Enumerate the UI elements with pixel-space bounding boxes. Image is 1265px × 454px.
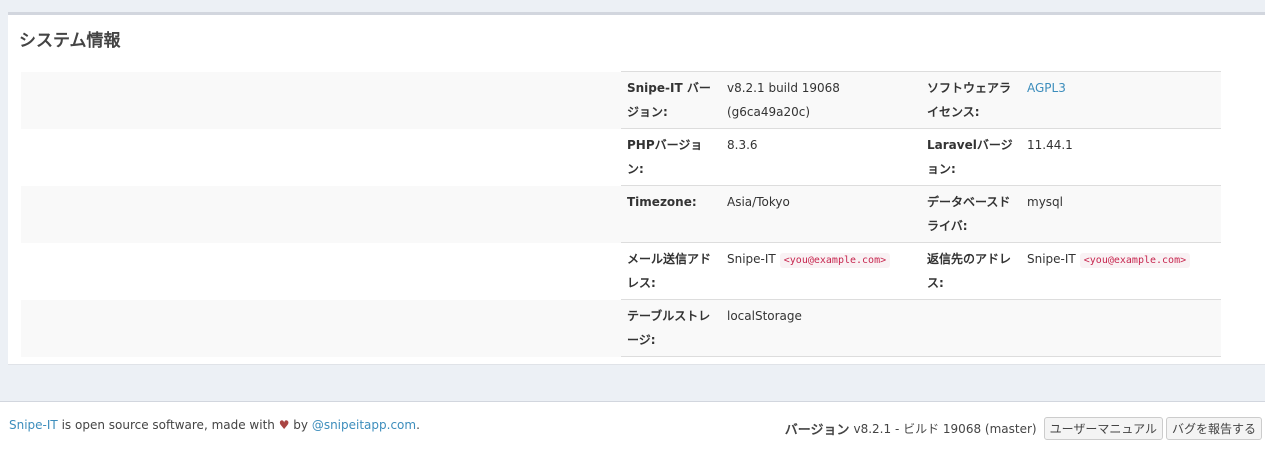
mail-from-email: <you@example.com> [779,253,891,268]
value-laravel-version: 11.44.1 [1021,128,1221,186]
footer-version: バージョン v8.2.1 - ビルド 19068 (master) ユーザーマニ… [785,417,1262,440]
label-php-version: PHPバージョン: [621,128,721,186]
label-reply-to: 返信先のアドレス: [921,242,1021,300]
value-reply-to: Snipe-IT <you@example.com> [1021,242,1221,300]
footer-credits: Snipe-IT is open source software, made w… [9,418,420,432]
label-database-driver: データベースドライバ: [921,185,1021,243]
mail-from-name: Snipe-IT [727,252,776,266]
report-bug-button[interactable]: バグを報告する [1165,417,1262,440]
footer-by-text: by [289,418,312,432]
system-info-panel: システム情報 Snipe-IT バージョン: v8.2.1 build 1906… [8,12,1265,365]
user-manual-button[interactable]: ユーザーマニュアル [1043,417,1163,440]
value-snipeit-version: v8.2.1 build 19068 (g6ca49a20c) [721,71,921,129]
heart-icon: ♥ [278,418,290,432]
label-table-storage: テーブルストレージ: [621,299,721,357]
license-link[interactable]: AGPL3 [1027,81,1066,95]
value-timezone: Asia/Tokyo [721,185,921,243]
table-row: メール送信アドレス: Snipe-IT <you@example.com> 返信先… [21,242,1221,300]
footer-period: . [416,418,420,432]
panel-title: システム情報 [19,31,121,51]
reply-to-name: Snipe-IT [1027,252,1076,266]
footer-text: is open source software, made with [57,418,279,432]
value-database-driver: mysql [1021,185,1221,243]
value-table-storage: localStorage [721,299,921,357]
page-footer: Snipe-IT is open source software, made w… [0,401,1265,454]
version-text: v8.2.1 - ビルド 19068 (master) [853,422,1037,436]
value-mail-from: Snipe-IT <you@example.com> [721,242,921,300]
table-row: Snipe-IT バージョン: v8.2.1 build 19068 (g6ca… [21,71,1221,129]
author-link[interactable]: @snipeitapp.com [312,418,416,432]
label-software-license: ソフトウェアライセンス: [921,71,1021,129]
label-snipeit-version: Snipe-IT バージョン: [621,71,721,129]
value-php-version: 8.3.6 [721,128,921,186]
table-row: PHPバージョン: 8.3.6 Laravelバージョン: 11.44.1 [21,128,1221,186]
reply-to-email: <you@example.com> [1079,253,1191,268]
system-info-table: Snipe-IT バージョン: v8.2.1 build 19068 (g6ca… [21,71,1221,357]
label-mail-from: メール送信アドレス: [621,242,721,300]
label-laravel-version: Laravelバージョン: [921,128,1021,186]
label-timezone: Timezone: [621,185,721,243]
version-label: バージョン [784,423,850,438]
table-row: テーブルストレージ: localStorage [21,299,1221,357]
table-row: Timezone: Asia/Tokyo データベースドライバ: mysql [21,185,1221,243]
snipeit-link[interactable]: Snipe-IT [9,418,58,432]
value-software-license: AGPL3 [1021,71,1221,129]
